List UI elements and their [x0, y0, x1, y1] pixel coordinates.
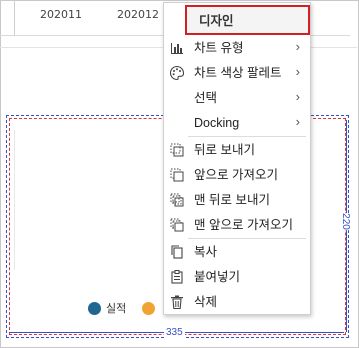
menu-item-delete[interactable]: 삭제: [164, 290, 310, 314]
menu-item-label: 맨 앞으로 가져오기: [194, 218, 293, 232]
menu-item-label: 삭제: [194, 295, 218, 309]
menu-separator: [188, 136, 306, 137]
width-dimension-marker: 335: [9, 327, 344, 340]
menu-item-docking[interactable]: Docking ›: [164, 111, 310, 135]
palette-icon: [169, 65, 185, 81]
x-axis-label: 202011: [40, 8, 82, 21]
menu-separator: [188, 238, 306, 239]
menu-item-label: 붙여넣기: [194, 270, 241, 284]
chevron-right-icon: ›: [295, 64, 300, 79]
menu-item-label: Docking: [194, 116, 240, 130]
chevron-right-icon: ›: [295, 89, 300, 104]
bring-to-front-icon: [169, 217, 185, 233]
delete-icon: [169, 294, 185, 310]
menu-item-label: 맨 뒤로 보내기: [194, 193, 270, 207]
legend-dot-icon: [142, 301, 156, 315]
menu-item-label: 선택: [194, 91, 218, 105]
menu-item-chart-palette[interactable]: 차트 색상 팔레트 ›: [164, 61, 310, 85]
legend-item-actual[interactable]: 실적: [88, 300, 126, 316]
chevron-right-icon: ›: [295, 39, 300, 54]
menu-item-chart-type[interactable]: 차트 유형 ›: [164, 36, 310, 60]
legend-item-second[interactable]: [142, 301, 160, 315]
legend-dot-icon: [88, 301, 101, 315]
paste-icon: [169, 269, 185, 285]
send-backward-icon: [169, 142, 185, 158]
menu-item-select[interactable]: 선택 ›: [164, 86, 310, 110]
menu-item-label: 뒤로 보내기: [194, 143, 255, 157]
chevron-right-icon: ›: [295, 114, 300, 129]
menu-item-paste[interactable]: 붙여넣기: [164, 265, 310, 289]
menu-item-bring-to-front[interactable]: 맨 앞으로 가져오기: [164, 213, 310, 237]
width-dimension-label: 335: [164, 327, 185, 338]
bring-forward-icon: [169, 167, 185, 183]
copy-icon: [169, 244, 185, 260]
menu-item-send-to-back[interactable]: 맨 뒤로 보내기: [164, 188, 310, 212]
menu-item-label: 차트 유형: [194, 41, 244, 55]
height-dimension-marker: 220: [339, 120, 354, 332]
menu-item-bring-forward[interactable]: 앞으로 가져오기: [164, 163, 310, 187]
x-axis-label: 202012: [117, 8, 159, 21]
context-menu: 디자인 차트 유형 › 차트 색상 팔레트 › 선택 › Docking › 뒤…: [163, 2, 311, 315]
menu-item-label: 복사: [194, 245, 218, 259]
axis-line: [14, 0, 15, 35]
menu-item-copy[interactable]: 복사: [164, 240, 310, 264]
legend-label: 실적: [106, 303, 127, 315]
menu-item-send-backward[interactable]: 뒤로 보내기: [164, 138, 310, 162]
menu-item-label: 디자인: [199, 14, 234, 28]
chart-axis-placeholder: [14, 130, 18, 270]
height-dimension-label: 220: [339, 213, 351, 230]
send-to-back-icon: [169, 192, 185, 208]
menu-item-design[interactable]: 디자인: [185, 5, 310, 35]
menu-item-label: 앞으로 가져오기: [194, 168, 278, 182]
bar-chart-icon: [169, 40, 185, 56]
menu-item-label: 차트 색상 팔레트: [194, 66, 282, 80]
